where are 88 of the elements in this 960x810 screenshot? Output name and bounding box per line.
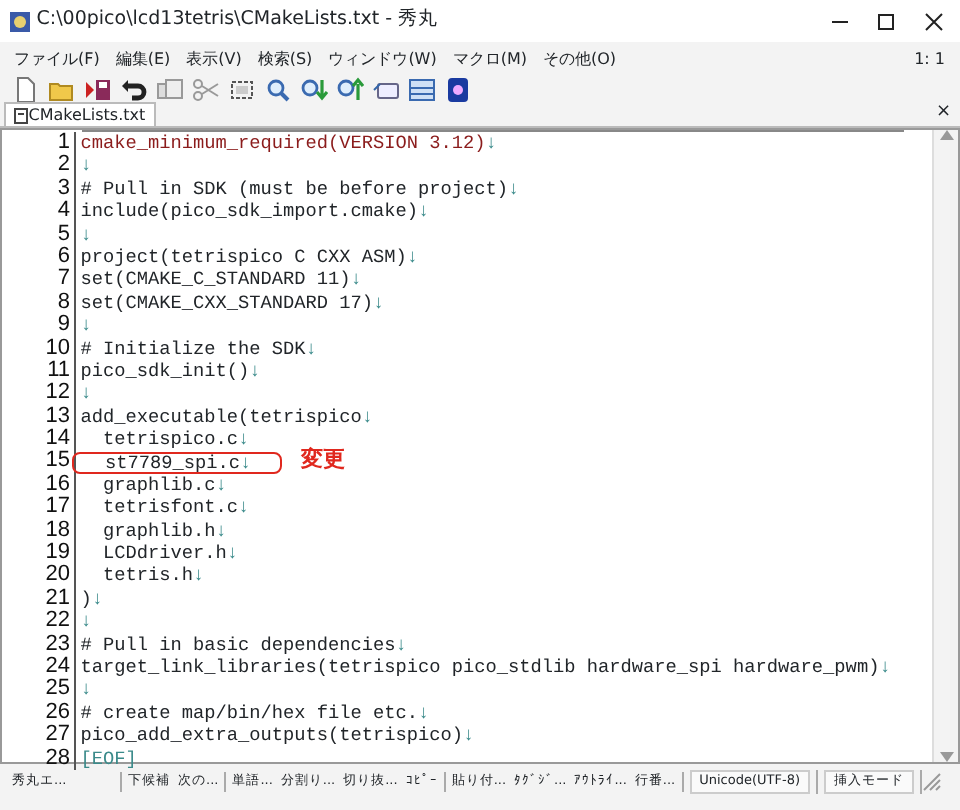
eof-marker: [EOF] — [80, 747, 137, 770]
line-number: 2 — [55, 154, 72, 178]
line-end-marker: ↓ — [80, 314, 92, 338]
line-end-marker: ↓ — [215, 519, 227, 543]
line-end-marker: ↓ — [91, 587, 104, 611]
line-end-marker: ↓ — [879, 655, 891, 679]
menu-item[interactable]: マクロ(M) — [444, 47, 535, 71]
code-line: graphlib.c — [101, 473, 216, 497]
code-line: # Initialize the SDK — [80, 337, 306, 360]
menu-item[interactable]: 編集(E) — [107, 47, 179, 71]
cursor-position: 1: 1 — [914, 47, 945, 71]
code-line: target_link_libraries(tetrispico pico_stdlib hardware_spi hardware_pwm) — [80, 655, 880, 679]
menu-item[interactable]: 表示(V) — [178, 47, 250, 71]
menu-item[interactable]: 検索(S) — [249, 47, 321, 71]
line-number: 9 — [55, 314, 72, 338]
line-number: 15 — [43, 450, 72, 474]
code-line: # Pull in basic dependencies — [80, 633, 396, 656]
line-number: 21 — [43, 587, 72, 610]
line-end-marker: ↓ — [418, 701, 430, 725]
line-number: 4 — [55, 200, 72, 224]
line-end-marker: ↓ — [373, 291, 385, 315]
code-line: pico_sdk_init() — [80, 359, 250, 383]
line-number: 17 — [43, 496, 72, 520]
line-end-marker: ↓ — [418, 200, 430, 224]
code-line: tetrisfont.c — [101, 496, 239, 520]
code-line: tetris.h — [101, 564, 194, 588]
line-number: 12 — [43, 382, 72, 406]
line-end-marker: ↓ — [80, 154, 92, 178]
line-number: 11 — [45, 359, 72, 382]
code-line: graphlib.h — [101, 519, 216, 543]
line-end-marker: ↓ — [463, 724, 475, 748]
code-line: include(pico_sdk_import.cmake) — [80, 200, 419, 224]
line-number: 22 — [43, 610, 72, 634]
annotation-text: 変更 — [301, 451, 346, 474]
menu-item[interactable]: その他(O) — [535, 47, 625, 71]
line-number: 8 — [55, 291, 72, 314]
line-number: 25 — [43, 678, 72, 702]
line-end-marker: ↓ — [350, 268, 362, 292]
line-end-marker: ↓ — [80, 678, 92, 702]
line-end-marker: ↓ — [249, 359, 261, 383]
line-number: 23 — [43, 633, 72, 656]
line-end-marker: ↓ — [240, 453, 252, 472]
code-line: LCDdriver.h — [101, 542, 227, 565]
line-number: 13 — [43, 405, 72, 428]
line-number: 20 — [43, 564, 72, 588]
code-line: add_executable(tetrispico — [80, 405, 362, 429]
line-number: 28 — [43, 747, 72, 770]
code-line: # create map/bin/hex file etc. — [80, 701, 419, 725]
line-number: 6 — [55, 245, 72, 268]
window-title: C:\00pico\lcd13tetris\CMakeLists.txt - 秀丸 — [36, 6, 441, 35]
line-end-marker: ↓ — [305, 337, 317, 360]
code-line: set(CMAKE_C_STANDARD 11) — [80, 268, 351, 292]
code-line: ) — [80, 587, 92, 611]
line-number: 1 — [55, 132, 72, 154]
line-end-marker: ↓ — [193, 564, 205, 588]
code-line: cmake_minimum_required(VERSION 3.12) — [80, 132, 486, 155]
line-number: 5 — [55, 223, 72, 246]
menu-item[interactable]: ウィンドウ(W) — [320, 47, 445, 71]
line-end-marker: ↓ — [226, 542, 239, 565]
line-end-marker: ↓ — [508, 177, 520, 201]
code-line: tetrispico.c — [101, 428, 239, 451]
line-end-marker: ↓ — [80, 610, 92, 634]
line-end-marker: ↓ — [80, 223, 92, 246]
line-end-marker: ↓ — [361, 405, 374, 429]
code-line: pico_add_extra_outputs(tetrispico) — [80, 724, 464, 748]
line-number: 26 — [43, 701, 72, 724]
line-number: 7 — [55, 268, 72, 292]
line-number: 24 — [43, 655, 72, 678]
line-end-marker: ↓ — [406, 245, 419, 269]
line-end-marker: ↓ — [215, 473, 227, 497]
line-end-marker: ↓ — [395, 633, 407, 656]
code-line: # Pull in SDK (must be before project) — [80, 177, 509, 201]
line-number: 10 — [43, 337, 72, 360]
line-number: 14 — [43, 428, 72, 451]
menu-item[interactable]: ファイル(F) — [6, 47, 108, 71]
line-end-marker: ↓ — [80, 382, 92, 406]
line-number: 19 — [43, 542, 72, 565]
line-end-marker: ↓ — [238, 428, 250, 451]
line-end-marker: ↓ — [485, 132, 497, 155]
line-number: 16 — [43, 473, 72, 496]
code-line: st7789_spi.c — [103, 453, 241, 472]
line-number: 3 — [55, 177, 72, 200]
line-number: 27 — [43, 724, 72, 748]
tab-close-button[interactable]: × — [935, 99, 951, 126]
line-number: 18 — [43, 519, 72, 542]
code-line: set(CMAKE_CXX_STANDARD 17) — [80, 291, 374, 315]
code-line: project(tetrispico C CXX ASM) — [80, 245, 407, 269]
line-end-marker: ↓ — [238, 496, 250, 520]
